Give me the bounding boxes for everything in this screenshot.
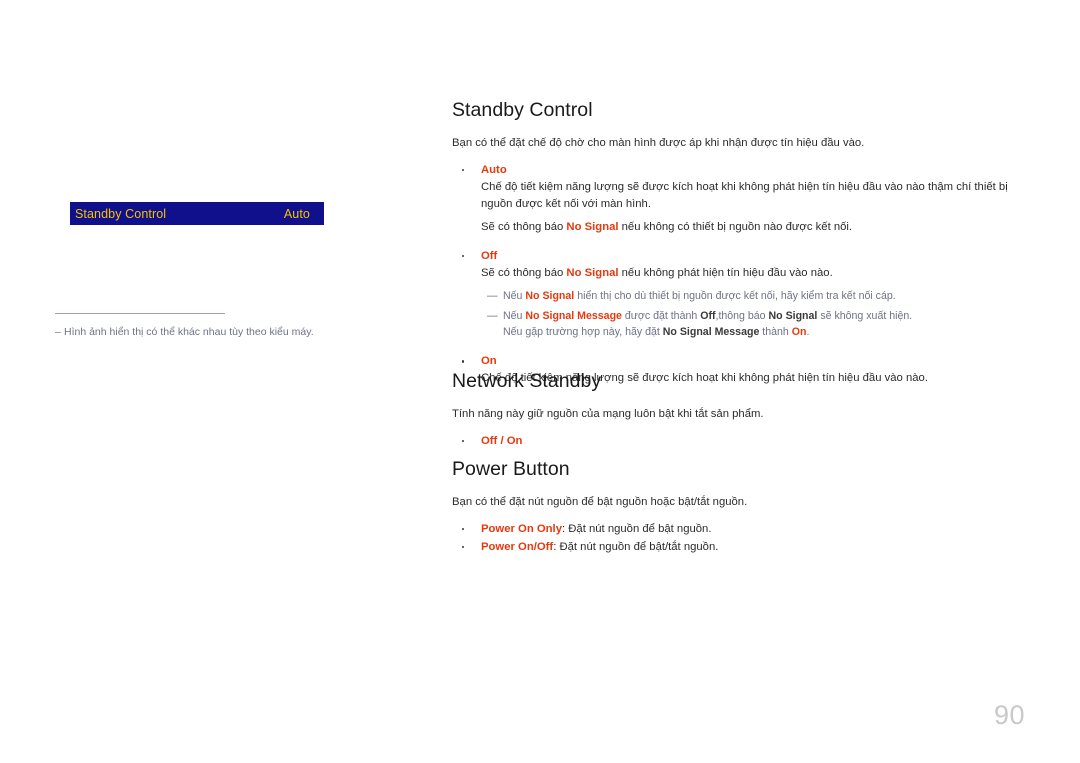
option-label-power-on-only: Power On Only [481, 522, 562, 535]
footnote-dash-icon: – [55, 326, 61, 338]
keyword-off: Off [700, 310, 716, 323]
option-description-auto: Chế độ tiết kiệm năng lượng sẽ được kích… [481, 180, 1008, 210]
option-description-off-pre: Sẽ có thông báo [481, 266, 567, 279]
footnote-text: Hình ảnh hiển thị có thể khác nhau tùy t… [64, 326, 314, 338]
subnote-2-cont-p2: thành [759, 326, 792, 339]
bullet-dot-icon [462, 527, 465, 531]
page-number: 90 [993, 700, 1025, 730]
bullet-dot-icon [462, 168, 465, 172]
keyword-no-signal: No Signal [566, 266, 619, 279]
subnote-dash-icon: — [487, 290, 498, 303]
option-label-off: Off [481, 249, 498, 262]
keyword-no-signal: No Signal [768, 310, 818, 323]
section-lead-standby-control: Bạn có thể đặt chế độ chờ cho màn hình đ… [452, 137, 865, 150]
subnote-1-p2: hiển thị cho dù thiết bị nguồn được kết … [574, 290, 896, 303]
list-item-power-on-off: Power On/Off: Đặt nút nguồn để bật/tắt n… [452, 539, 1032, 556]
footnote-row: – Hình ảnh hiển thị có thể khác nhau tùy… [55, 325, 355, 340]
subnote-2-cont-p3: . [806, 326, 810, 339]
footnote-divider [55, 313, 225, 314]
option-note-auto: Sẽ có thông báo No Signal nếu không có t… [481, 219, 1032, 236]
osd-menu-row-standby-control[interactable]: Standby Control Auto [70, 202, 324, 225]
option-label-off-on: Off / On [481, 434, 523, 447]
option-list-power-button: Power On Only: Đặt nút nguồn để bật nguồ… [452, 521, 1032, 556]
bullet-dot-icon [462, 360, 465, 363]
option-label-on: On [481, 355, 497, 368]
option-description-power-on-off: : Đặt nút nguồn để bật/tắt nguồn. [553, 540, 719, 553]
list-item-power-on-only: Power On Only: Đặt nút nguồn để bật nguồ… [452, 521, 1032, 538]
osd-menu-label: Standby Control [75, 206, 167, 221]
keyword-no-signal-message: No Signal Message [525, 310, 622, 323]
keyword-no-signal: No Signal [525, 290, 575, 303]
osd-menu-value: Auto [283, 206, 310, 221]
option-description-power-on-only: : Đặt nút nguồn để bật nguồn. [561, 522, 712, 535]
subnote-list-off: — Nếu No Signal hiển thị cho dù thiết bị … [481, 289, 1032, 341]
subnote-2-p2: được đặt thành [621, 310, 701, 323]
bullet-dot-icon [462, 545, 465, 549]
section-network-standby: Network Standby Tính năng này giữ nguồn … [452, 370, 1032, 451]
subnote-2-cont-p1: Nếu gặp trường hợp này, hãy đặt [503, 326, 663, 339]
subnote-cable-check: — Nếu No Signal hiển thị cho dù thiết bị … [481, 289, 1032, 305]
subnote-dash-icon: — [487, 310, 498, 323]
option-note-auto-post: nếu không có thiết bị nguồn nào được kết… [618, 220, 853, 233]
subnote-2-p1: Nếu [503, 310, 526, 323]
bullet-dot-icon [462, 439, 465, 443]
option-description-off-post: nếu không phát hiện tín hiệu đầu vào nào… [618, 266, 833, 279]
subnote-2-p3: ,thông báo [715, 310, 769, 323]
option-list-network-standby: Off / On [452, 433, 1032, 450]
list-item-off: Off Sẽ có thông báo No Signal nếu không … [452, 248, 1032, 342]
keyword-on: On [791, 326, 807, 339]
list-item-off-on: Off / On [452, 433, 1032, 450]
manual-page: Standby Control Auto – Hình ảnh hiển thị… [0, 0, 1080, 763]
subnote-2-p4: sẽ không xuất hiện. [817, 310, 913, 323]
section-lead-network-standby: Tính năng này giữ nguồn của mạng luôn bậ… [452, 408, 764, 421]
option-label-auto: Auto [481, 163, 507, 176]
subnote-2-continuation: Nếu gặp trường hợp này, hãy đặt No Signa… [503, 325, 1032, 341]
option-label-power-on-off: Power On/Off [481, 540, 554, 553]
option-note-auto-pre: Sẽ có thông báo [481, 220, 567, 233]
subnote-1-p1: Nếu [503, 290, 526, 303]
left-illustration-column: Standby Control Auto – Hình ảnh hiển thị… [0, 0, 430, 763]
option-description-off: Sẽ có thông báo No Signal nếu không phát… [481, 265, 1032, 282]
section-lead-power-button: Bạn có thể đặt nút nguồn để bật nguồn ho… [452, 496, 748, 509]
illustration-footnote: – Hình ảnh hiển thị có thể khác nhau tùy… [55, 313, 355, 340]
keyword-no-signal-message: No Signal Message [662, 326, 760, 339]
section-title-standby-control: Standby Control [452, 99, 593, 121]
keyword-no-signal: No Signal [566, 220, 619, 233]
bullet-dot-icon [462, 254, 465, 257]
subnote-no-signal-message: — Nếu No Signal Message được đặt thành Of… [481, 309, 1032, 341]
section-title-network-standby: Network Standby [452, 370, 602, 392]
list-item-auto: Auto Chế độ tiết kiệm năng lượng sẽ được… [452, 162, 1032, 236]
section-power-button: Power Button Bạn có thể đặt nút nguồn để… [452, 458, 1032, 557]
option-list-standby-control: Auto Chế độ tiết kiệm năng lượng sẽ được… [452, 162, 1032, 387]
section-standby-control: Standby Control Bạn có thể đặt chế độ ch… [452, 99, 1032, 388]
section-title-power-button: Power Button [452, 458, 570, 480]
